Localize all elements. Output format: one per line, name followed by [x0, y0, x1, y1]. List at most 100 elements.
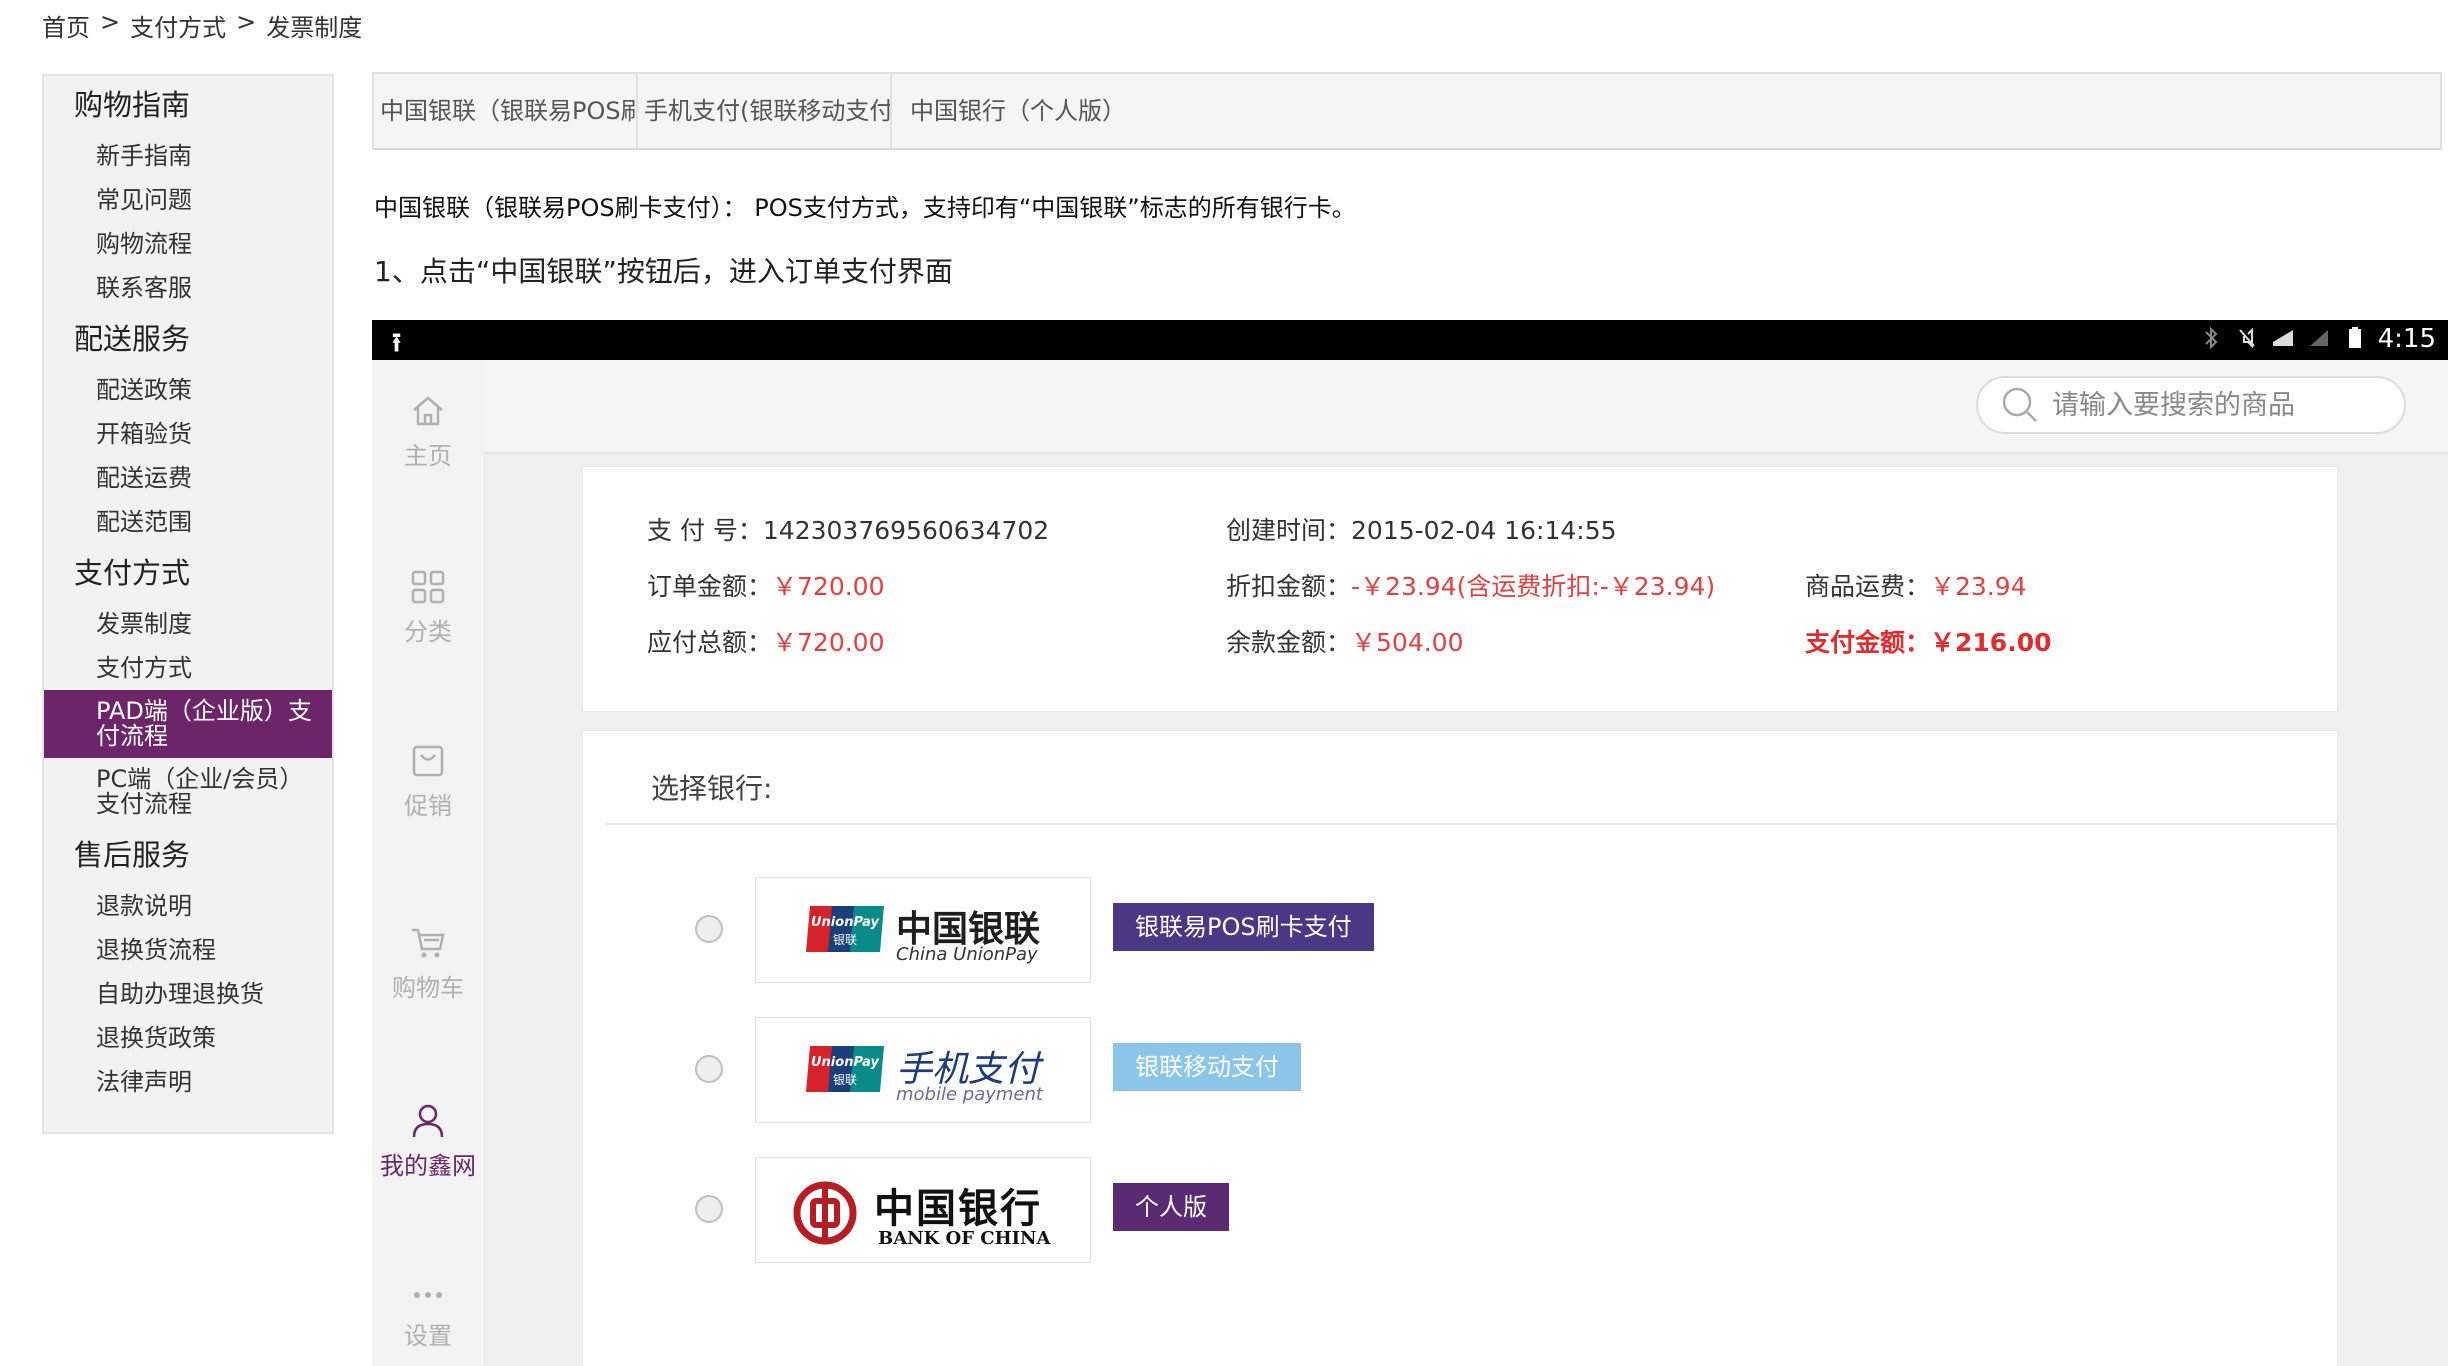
nav-my-account[interactable]: 我的鑫网	[372, 1102, 484, 1181]
balance-label: 余款金额：	[1226, 628, 1352, 657]
breadcrumb-current: 发票制度	[266, 14, 363, 42]
nav-home[interactable]: 主页	[372, 392, 484, 471]
total-value: ￥720.00	[772, 628, 885, 657]
pay-number-label: 支 付 号：	[647, 516, 763, 545]
search-box[interactable]	[1976, 376, 2406, 434]
pay-number-value: 142303769560634702	[762, 516, 1050, 545]
status-time: 4:15	[2377, 324, 2436, 354]
balance-value: ￥504.00	[1351, 628, 1464, 657]
category-icon	[411, 570, 445, 604]
bank-row-mobile: UnionPay 银联 手机支付 mobile payment 银联移动支付	[583, 1017, 2337, 1123]
tab-mobile-pay[interactable]: 手机支付(银联移动支付)	[638, 74, 892, 148]
sidebar-item-contact[interactable]: 联系客服	[44, 266, 332, 310]
boc-radio[interactable]	[695, 1195, 723, 1223]
unionpay-badge-icon: UnionPay 银联	[806, 906, 884, 952]
sidebar-item-unbox-inspection[interactable]: 开箱验货	[44, 412, 332, 456]
freight-label: 商品运费：	[1805, 572, 1931, 601]
total-field: 应付总额：￥720.00	[647, 623, 885, 659]
bank-row-unionpay: UnionPay 银联 中国银联 China UnionPay 银联易POS刷卡…	[583, 877, 2337, 983]
sidebar-section-payment: 支付方式	[74, 556, 191, 590]
bluetooth-icon	[2205, 326, 2218, 350]
sidebar-item-delivery-fee[interactable]: 配送运费	[44, 456, 332, 500]
nav-cart[interactable]: 购物车	[372, 924, 484, 1003]
pay-number-field: 支 付 号：142303769560634702	[647, 511, 1049, 547]
more-icon	[414, 1292, 442, 1298]
payment-tabs: 中国银联（银联易POS刷卡支付） 手机支付(银联移动支付) 中国银行（个人版）	[372, 72, 2442, 150]
cart-icon	[412, 928, 445, 958]
mobile-pay-button[interactable]: 银联移动支付	[1113, 1043, 1301, 1091]
nav-cart-label: 购物车	[392, 974, 464, 1002]
pay-amount-label: 支付金额：	[1805, 628, 1931, 657]
freight-value: ￥23.94	[1930, 572, 2027, 601]
sidebar-item-return-policy[interactable]: 退换货政策	[44, 1016, 332, 1060]
breadcrumb-separator: >	[236, 8, 257, 36]
user-icon	[412, 1104, 444, 1138]
wifi-icon	[2273, 330, 2293, 346]
unionpay-badge-icon: UnionPay 银联	[806, 1046, 884, 1092]
mobile-pay-radio[interactable]	[695, 1055, 723, 1083]
sidebar-item-pad-payment[interactable]: PAD端（企业版）支付流程	[44, 690, 332, 758]
tab-boc-personal[interactable]: 中国银行（个人版）	[892, 74, 1132, 148]
breadcrumb-payment[interactable]: 支付方式	[130, 8, 226, 43]
search-input[interactable]	[2050, 388, 2384, 422]
svg-text:UnionPay: UnionPay	[811, 1055, 880, 1070]
mute-icon	[2239, 327, 2255, 349]
nav-my-account-label: 我的鑫网	[380, 1152, 476, 1180]
step-instruction: 1、点击“中国银联”按钮后，进入订单支付界面	[374, 255, 953, 288]
device-top-bar	[484, 360, 2448, 454]
status-icons	[2200, 326, 2366, 350]
sidebar-item-invoice[interactable]: 发票制度	[44, 602, 332, 646]
discount-field: 折扣金额：-￥23.94(含运费折扣:-￥23.94)	[1226, 567, 1715, 603]
breadcrumb: 首页 > 支付方式 > 发票制度	[42, 8, 362, 43]
sidebar-item-payment-methods[interactable]: 支付方式	[44, 646, 332, 690]
sidebar: 购物指南 新手指南 常见问题 购物流程 联系客服 配送服务 配送政策 开箱验货 …	[42, 74, 334, 1134]
sidebar-item-newbie-guide[interactable]: 新手指南	[44, 134, 332, 178]
nav-settings-label: 设置	[404, 1322, 452, 1350]
boc-logo-cn: 中国银行	[874, 1185, 1042, 1232]
created-time-field: 创建时间：2015-02-04 16:14:55	[1226, 511, 1617, 547]
device-left-nav: 主页 分类 促销 购物车 我的鑫网 设置	[372, 360, 485, 1366]
sidebar-item-legal[interactable]: 法律声明	[44, 1060, 332, 1104]
sidebar-section-delivery: 配送服务	[74, 322, 191, 356]
discount-value: -￥23.94(含运费折扣:-￥23.94)	[1351, 572, 1716, 601]
balance-field: 余款金额：￥504.00	[1226, 623, 1464, 659]
boc-personal-button[interactable]: 个人版	[1113, 1183, 1229, 1231]
svg-text:银联: 银联	[833, 1073, 857, 1087]
sidebar-item-faq[interactable]: 常见问题	[44, 178, 332, 222]
sidebar-item-self-return[interactable]: 自助办理退换货	[44, 972, 332, 1016]
sidebar-item-shopping-process[interactable]: 购物流程	[44, 222, 332, 266]
mobile-pay-logo[interactable]: UnionPay 银联 手机支付 mobile payment	[755, 1017, 1091, 1123]
nav-settings[interactable]: 设置	[372, 1280, 484, 1351]
sidebar-item-delivery-area[interactable]: 配送范围	[44, 500, 332, 544]
order-amount-value: ￥720.00	[772, 572, 885, 601]
total-label: 应付总额：	[647, 628, 773, 657]
payment-description: 中国银联（银联易POS刷卡支付）： POS支付方式，支持印有“中国银联”标志的所…	[374, 194, 1356, 222]
unionpay-logo[interactable]: UnionPay 银联 中国银联 China UnionPay	[755, 877, 1091, 983]
sidebar-item-return-process[interactable]: 退换货流程	[44, 928, 332, 972]
sidebar-item-pc-payment[interactable]: PC端（企业/会员）支付流程	[44, 758, 332, 826]
pay-amount-field: 支付金额：￥216.00	[1805, 623, 2052, 659]
bank-selection-title: 选择银行:	[651, 772, 773, 805]
divider	[605, 823, 2337, 825]
unionpay-pos-button[interactable]: 银联易POS刷卡支付	[1113, 903, 1374, 951]
nav-promotion[interactable]: 促销	[372, 742, 484, 821]
sidebar-item-delivery-policy[interactable]: 配送政策	[44, 368, 332, 412]
boc-logo[interactable]: 中国银行 BANK OF CHINA	[755, 1157, 1091, 1263]
tab-unionpay-pos[interactable]: 中国银联（银联易POS刷卡支付）	[374, 74, 638, 148]
android-status-bar: ⭱ 4:15	[372, 320, 2448, 360]
discount-label: 折扣金额：	[1226, 572, 1352, 601]
svg-text:UnionPay: UnionPay	[811, 915, 880, 930]
boc-emblem-icon	[793, 1181, 857, 1245]
breadcrumb-home[interactable]: 首页	[42, 8, 90, 43]
created-time-label: 创建时间：	[1226, 516, 1352, 545]
battery-icon	[2349, 327, 2361, 348]
nav-promotion-label: 促销	[404, 792, 452, 820]
sidebar-item-refund[interactable]: 退款说明	[44, 884, 332, 928]
nav-category[interactable]: 分类	[372, 568, 484, 647]
unionpay-radio[interactable]	[695, 915, 723, 943]
bank-row-boc: 中国银行 BANK OF CHINA 个人版	[583, 1157, 2337, 1263]
shopping-bag-icon	[412, 745, 444, 777]
boc-logo-en: BANK OF CHINA	[878, 1228, 1051, 1249]
order-info-card: 支 付 号：142303769560634702 创建时间：2015-02-04…	[582, 466, 2338, 712]
unionpay-logo-en: China UnionPay	[896, 944, 1038, 965]
